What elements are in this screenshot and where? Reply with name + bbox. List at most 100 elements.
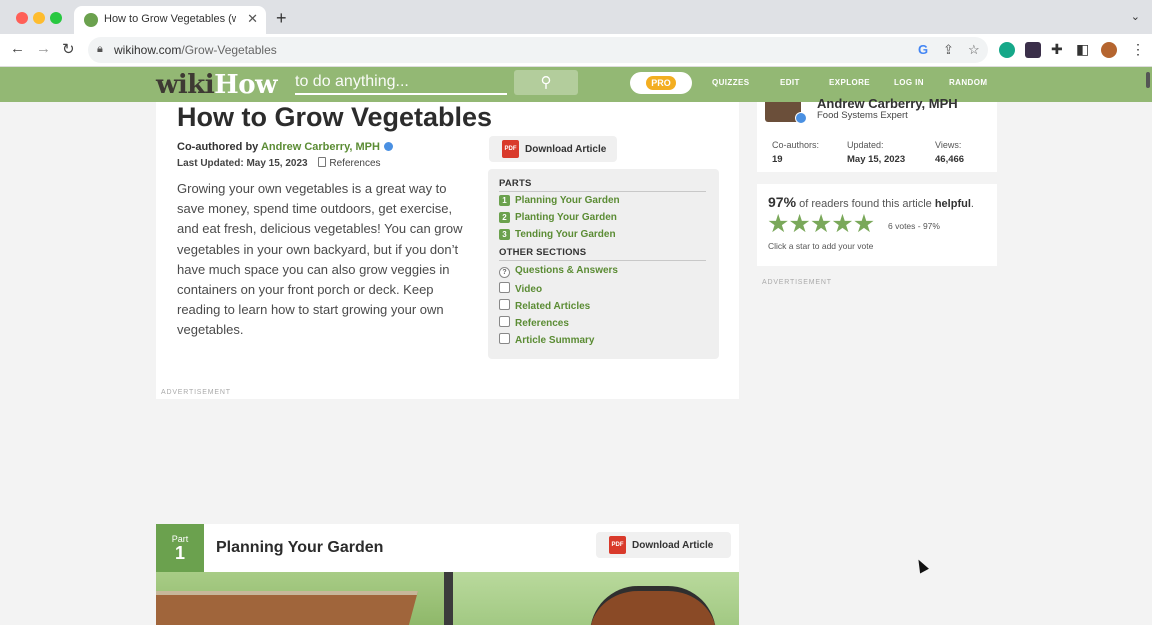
grammarly-extension-icon[interactable]: [999, 42, 1015, 58]
bookmark-star-icon[interactable]: ☆: [968, 42, 980, 58]
stat-updated-value: May 15, 2023: [847, 154, 906, 165]
wikihow-favicon-icon: [84, 13, 98, 27]
video-icon: [499, 282, 510, 293]
wikihow-logo[interactable]: wikiHow: [156, 70, 277, 100]
page-title: How to Grow Vegetables: [177, 102, 493, 132]
part-number-badge: 1: [499, 195, 510, 206]
references-link[interactable]: References: [318, 157, 381, 169]
new-tab-button[interactable]: +: [276, 8, 287, 29]
intro-paragraph: Growing your own vegetables is a great w…: [177, 181, 463, 338]
toc-related-articles[interactable]: Related Articles: [499, 299, 590, 313]
rating-star-2[interactable]: ★: [788, 212, 810, 237]
document-icon: [318, 157, 327, 167]
toc-part-3[interactable]: 3 Tending Your Garden: [499, 229, 616, 243]
mouse-cursor: [914, 557, 929, 574]
extension-icon[interactable]: [1025, 42, 1041, 58]
pro-button[interactable]: PRO: [630, 72, 692, 94]
part-1-section: Part 1 Planning Your Garden PDF Download…: [156, 524, 739, 625]
part-number-badge: 3: [499, 229, 510, 240]
rating-card: 97% of readers found this article helpfu…: [757, 184, 997, 266]
browser-menu-icon[interactable]: ⋮: [1131, 41, 1145, 58]
nav-explore[interactable]: EXPLORE: [829, 78, 870, 87]
toc-divider: [499, 260, 706, 261]
part-number-badge: 2: [499, 212, 510, 223]
forward-arrow-icon[interactable]: →: [36, 40, 51, 57]
pdf-icon: PDF: [502, 140, 519, 158]
search-input[interactable]: [295, 71, 507, 93]
minimize-window-button[interactable]: [33, 12, 45, 24]
lock-icon: 🔒︎: [97, 43, 103, 55]
extensions-puzzle-icon[interactable]: ✚: [1051, 41, 1063, 58]
toc-other-heading: OTHER SECTIONS: [499, 247, 587, 258]
tab-title: How to Grow Vegetables (with Pictures) -…: [104, 13, 236, 25]
step-illustration: [156, 572, 739, 625]
last-updated: Last Updated: May 15, 2023 References: [177, 157, 381, 169]
nav-log-in[interactable]: LOG IN: [894, 78, 924, 87]
rating-star-5[interactable]: ★: [853, 212, 875, 237]
toc-divider: [499, 191, 706, 192]
author-link[interactable]: Andrew Carberry, MPH: [261, 141, 380, 153]
pro-label: PRO: [646, 76, 676, 90]
browser-tab-bar: How to Grow Vegetables (with Pictures) -…: [0, 0, 1152, 34]
close-tab-icon[interactable]: ✕: [247, 11, 258, 27]
download-label: Download Article: [525, 144, 607, 155]
search-field-wrap: [295, 71, 507, 95]
address-bar[interactable]: 🔒︎ wikihow.com/Grow-Vegetables G ⇪ ☆: [88, 37, 988, 63]
helpful-summary: 97% of readers found this article helpfu…: [768, 194, 974, 210]
download-label: Download Article: [632, 540, 714, 551]
summary-icon: [499, 333, 510, 344]
illustration-divider: [444, 572, 453, 625]
verified-check-icon: [795, 112, 807, 124]
nav-quizzes[interactable]: QUIZZES: [712, 78, 749, 87]
toc-parts-heading: PARTS: [499, 178, 532, 189]
stat-coauthors-value: 19: [772, 154, 783, 165]
author-card: Andrew Carberry, MPH Food Systems Expert…: [757, 96, 997, 172]
rating-star-1[interactable]: ★: [767, 212, 789, 237]
stat-updated-label: Updated:: [847, 140, 884, 150]
site-header: wikiHow ⚲ PRO QUIZZES EDIT EXPLORE LOG I…: [0, 67, 1152, 102]
sidebar-advertisement-label: ADVERTISEMENT: [762, 279, 832, 286]
page-scrollbar[interactable]: [1146, 72, 1150, 88]
stat-views-label: Views:: [935, 140, 962, 150]
tab-search-chevron-icon[interactable]: ⌄: [1131, 10, 1140, 23]
stat-coauthors-label: Co-authors:: [772, 140, 820, 150]
search-icon: ⚲: [540, 74, 552, 91]
click-star-hint: Click a star to add your vote: [768, 241, 874, 251]
side-panel-icon[interactable]: ◧: [1076, 41, 1089, 58]
article-intro: How to Grow Vegetables Co-authored by An…: [156, 102, 739, 399]
sidebar-author-name[interactable]: Andrew Carberry, MPH: [817, 96, 958, 111]
browser-tab-active[interactable]: How to Grow Vegetables (with Pictures) -…: [74, 6, 266, 34]
url-text[interactable]: wikihow.com/Grow-Vegetables: [114, 43, 277, 57]
votes-count: 6 votes - 97%: [888, 221, 940, 231]
rating-star-4[interactable]: ★: [831, 212, 853, 237]
toc-video[interactable]: Video: [499, 282, 542, 296]
part-badge: Part 1: [156, 524, 204, 572]
reload-icon[interactable]: ↻: [62, 40, 75, 58]
toc-article-summary[interactable]: Article Summary: [499, 333, 594, 347]
rating-star-3[interactable]: ★: [810, 212, 832, 237]
illustration-garden-bed: [156, 591, 418, 625]
close-window-button[interactable]: [16, 12, 28, 24]
profile-avatar[interactable]: [1101, 42, 1117, 58]
references-icon: [499, 316, 510, 327]
zoom-window-button[interactable]: [50, 12, 62, 24]
nav-random[interactable]: RANDOM: [949, 78, 987, 87]
toc-references[interactable]: References: [499, 316, 569, 330]
google-icon[interactable]: G: [918, 42, 928, 57]
search-button[interactable]: ⚲: [514, 70, 578, 95]
author-role: Food Systems Expert: [817, 110, 908, 121]
verified-icon: [383, 142, 393, 151]
table-of-contents: PARTS 1 Planning Your Garden 2 Planting Yo…: [488, 169, 719, 359]
toc-part-1[interactable]: 1 Planning Your Garden: [499, 195, 620, 209]
part-title: Planning Your Garden: [216, 539, 384, 556]
nav-edit[interactable]: EDIT: [780, 78, 800, 87]
stat-views-value: 46,466: [935, 154, 965, 165]
coauthor-line: Co-authored by Andrew Carberry, MPH: [177, 141, 393, 153]
star-rating: ★★★★★: [767, 212, 875, 237]
part-download-article-button[interactable]: PDF Download Article: [596, 532, 731, 558]
download-article-button[interactable]: PDF Download Article: [489, 136, 617, 162]
toc-questions-answers[interactable]: ? Questions & Answers: [499, 265, 618, 279]
back-arrow-icon[interactable]: ←: [10, 40, 25, 57]
share-icon[interactable]: ⇪: [943, 42, 954, 58]
toc-part-2[interactable]: 2 Planting Your Garden: [499, 212, 617, 226]
